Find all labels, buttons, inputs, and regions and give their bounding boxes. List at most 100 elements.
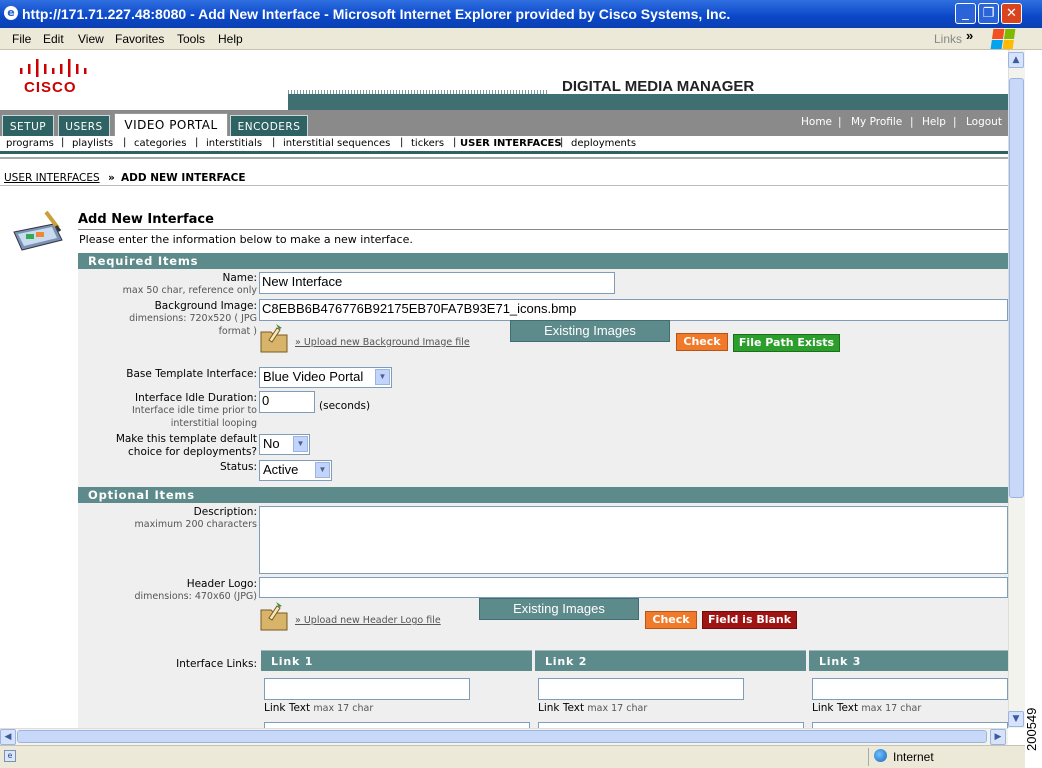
app-title: DIGITAL MEDIA MANAGER	[562, 78, 755, 95]
idle-duration-label: Interface Idle Duration:	[135, 392, 257, 404]
required-items-header: Required Items	[78, 253, 1008, 269]
cisco-logo-text: CISCO	[24, 79, 77, 96]
header-band	[288, 94, 1008, 110]
separator: |	[953, 116, 957, 128]
link-3-caption: Link Text max 17 char	[812, 702, 922, 714]
restore-button[interactable]: ❐	[978, 3, 999, 24]
subnav-playlists[interactable]: playlists	[72, 138, 113, 149]
menu-tools[interactable]: Tools	[177, 32, 205, 46]
base-template-value: Blue Video Portal	[263, 369, 364, 384]
name-label: Name:	[222, 272, 257, 284]
upload-header-logo-link[interactable]: » Upload new Header Logo file	[295, 615, 441, 626]
link-2-text-input[interactable]	[538, 678, 744, 700]
scroll-right-icon[interactable]: ▶	[990, 729, 1006, 745]
menu-help[interactable]: Help	[218, 32, 243, 46]
tab-users[interactable]: USERS	[58, 115, 110, 137]
tab-video-portal[interactable]: VIDEO PORTAL	[114, 113, 228, 137]
subnav-user-interfaces[interactable]: USER INTERFACES	[460, 138, 562, 149]
name-hint: max 50 char, reference only	[122, 285, 257, 296]
menu-edit[interactable]: Edit	[43, 32, 64, 46]
file-path-status-badge: File Path Exists	[733, 334, 840, 352]
header-logo-label: Header Logo:	[186, 578, 257, 590]
check-background-button[interactable]: Check	[676, 333, 728, 351]
tab-encoders[interactable]: ENCODERS	[230, 115, 308, 137]
links-toolbar-label[interactable]: Links	[934, 32, 962, 46]
separator: |	[400, 137, 404, 148]
name-input[interactable]: New Interface	[259, 272, 615, 294]
my-profile-link[interactable]: My Profile	[851, 116, 902, 128]
interface-editor-icon	[13, 210, 63, 251]
upload-folder-icon[interactable]	[259, 322, 289, 354]
chevron-down-icon[interactable]: ▼	[375, 369, 390, 385]
subnav-interstitials[interactable]: interstitials	[206, 138, 262, 149]
home-link[interactable]: Home	[801, 116, 832, 128]
upload-folder-icon[interactable]	[259, 600, 289, 632]
base-template-select[interactable]: Blue Video Portal ▼	[259, 367, 392, 388]
menu-view[interactable]: View	[78, 32, 104, 46]
existing-images-button[interactable]: Existing Images	[510, 320, 670, 342]
idle-duration-hint-2: interstitial looping	[170, 418, 257, 429]
close-button[interactable]: ✕	[1001, 3, 1022, 24]
breadcrumb-current: ADD NEW INTERFACE	[121, 172, 246, 184]
subnav-interstitial-sequences[interactable]: interstitial sequences	[283, 138, 390, 149]
description-label: Description:	[193, 506, 257, 518]
default-template-label: Make this template default	[115, 433, 257, 445]
status-label: Status:	[220, 461, 257, 473]
breadcrumb-user-interfaces-link[interactable]: USER INTERFACES	[4, 172, 100, 184]
idle-duration-hint: Interface idle time prior to	[131, 405, 257, 416]
separator: |	[61, 137, 65, 148]
vertical-scroll-thumb[interactable]	[1009, 78, 1024, 498]
scroll-up-icon[interactable]: ▲	[1008, 52, 1024, 68]
link-2-caption: Link Text max 17 char	[538, 702, 648, 714]
separator: |	[910, 116, 914, 128]
separator: |	[453, 137, 457, 148]
default-template-select[interactable]: No ▼	[259, 434, 310, 455]
page-content: CISCO DIGITAL MEDIA MANAGER SETUP USERS …	[0, 50, 1008, 728]
chevron-right-icon[interactable]: »	[966, 28, 973, 43]
subnav-programs[interactable]: programs	[6, 138, 54, 149]
subnav-categories[interactable]: categories	[134, 138, 186, 149]
chevron-down-icon[interactable]: ▼	[293, 436, 308, 452]
page-title: Add New Interface	[78, 212, 214, 227]
cisco-logo-icon	[20, 59, 87, 77]
divider	[78, 229, 1008, 230]
divider	[0, 157, 1008, 159]
scroll-left-icon[interactable]: ◀	[0, 729, 16, 745]
header-logo-input[interactable]	[259, 577, 1008, 598]
subnav-deployments[interactable]: deployments	[571, 138, 636, 149]
page-icon: e	[4, 750, 16, 762]
background-image-input[interactable]: C8EBB6B476776B92175EB70FA7B93E71_icons.b…	[259, 299, 1008, 321]
status-bar: e	[0, 745, 1025, 768]
scroll-down-icon[interactable]: ▼	[1008, 711, 1024, 727]
status-value: Active	[263, 462, 299, 477]
link-1-caption: Link Text max 17 char	[264, 702, 374, 714]
link-3-text-input[interactable]	[812, 678, 1008, 700]
windows-logo-icon	[990, 29, 1016, 49]
separator: |	[838, 116, 842, 128]
chevron-down-icon[interactable]: ▼	[315, 462, 330, 478]
breadcrumb-separator: »	[108, 172, 115, 184]
status-select[interactable]: Active ▼	[259, 460, 332, 481]
existing-images-button[interactable]: Existing Images	[479, 598, 639, 620]
divider	[868, 748, 869, 766]
window-title: http://171.71.227.48:8080 - Add New Inte…	[0, 0, 1042, 28]
horizontal-scroll-thumb[interactable]	[17, 730, 987, 743]
optional-items-header: Optional Items	[78, 487, 1008, 503]
minimize-button[interactable]: _	[955, 3, 976, 24]
idle-duration-unit: (seconds)	[319, 400, 371, 412]
menu-file[interactable]: File	[12, 32, 31, 46]
link-1-text-input[interactable]	[264, 678, 470, 700]
background-image-hint: dimensions: 720x520 ( JPG	[129, 313, 257, 324]
logout-link[interactable]: Logout	[966, 116, 1002, 128]
help-link[interactable]: Help	[922, 116, 946, 128]
separator: |	[272, 137, 276, 148]
upload-background-link[interactable]: » Upload new Background Image file	[295, 337, 470, 348]
menu-favorites[interactable]: Favorites	[115, 32, 164, 46]
tab-setup[interactable]: SETUP	[2, 115, 54, 137]
subnav-tickers[interactable]: tickers	[411, 138, 444, 149]
idle-duration-input[interactable]: 0	[259, 391, 315, 413]
divider	[0, 185, 1008, 186]
description-textarea[interactable]	[259, 506, 1008, 574]
check-header-logo-button[interactable]: Check	[645, 611, 697, 629]
background-image-hint-2: format )	[218, 326, 257, 337]
